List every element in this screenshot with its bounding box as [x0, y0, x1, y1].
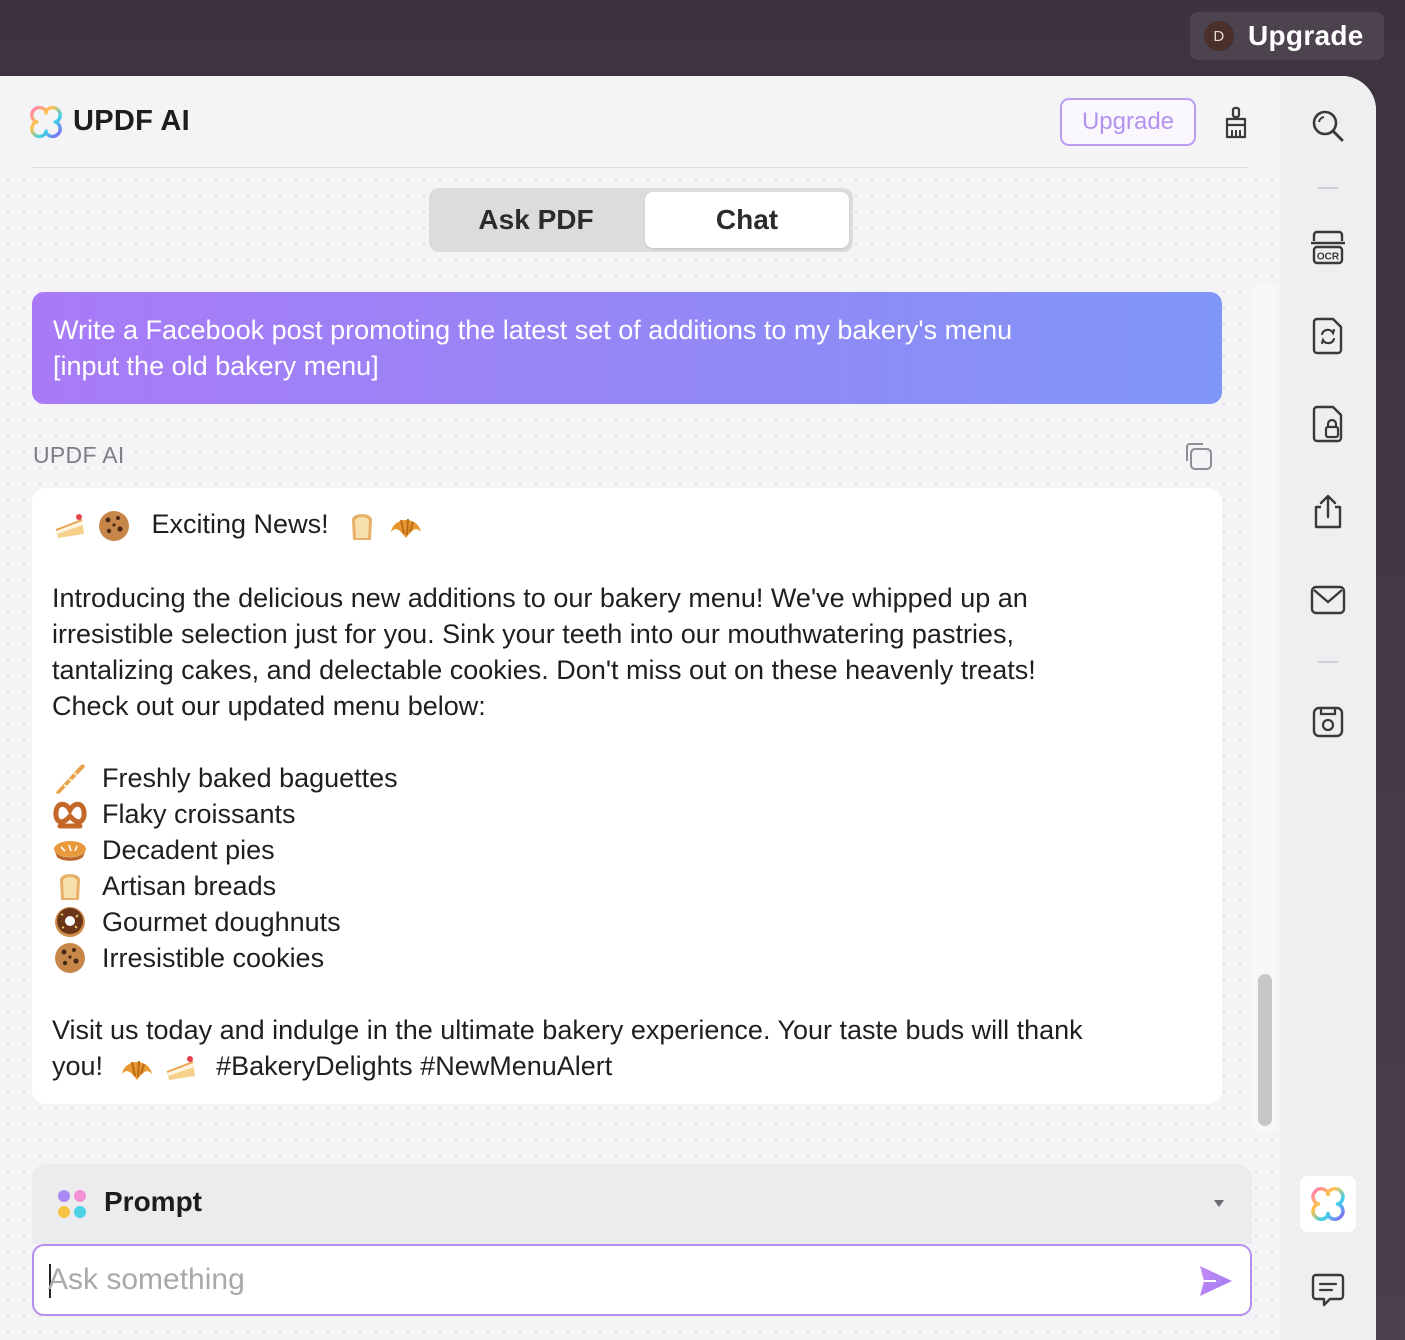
prompt-label: Prompt — [104, 1186, 202, 1217]
toolbar-comment[interactable] — [1308, 1270, 1348, 1310]
pretzel-emoji-icon — [53, 801, 87, 829]
os-topbar: D Upgrade — [0, 0, 1405, 76]
list-item-text: Decadent pies — [102, 834, 275, 865]
prompt-selector[interactable]: Prompt — [32, 1164, 1252, 1244]
list-item: Artisan breads — [52, 868, 1202, 904]
cake-emoji-icon — [55, 513, 84, 538]
ask-input[interactable] — [48, 1258, 1178, 1302]
ai-response-card: Exciting News! Introducing the delicious… — [32, 488, 1222, 1104]
response-closing: Visit us today and indulge in the ultima… — [52, 1012, 1202, 1086]
toolbar-search[interactable] — [1308, 106, 1348, 146]
list-item: Decadent pies — [52, 832, 1202, 868]
top-upgrade-button[interactable]: D Upgrade — [1190, 12, 1384, 60]
bread-emoji-icon — [60, 873, 80, 900]
send-icon[interactable] — [1198, 1264, 1234, 1298]
list-item-text: Flaky croissants — [102, 798, 296, 829]
paragraph-line: tantalizing cakes, and delectable cookie… — [52, 654, 1036, 685]
ask-input-container — [32, 1244, 1252, 1316]
header-divider — [32, 167, 1248, 168]
tab-chat[interactable]: Chat — [645, 192, 849, 248]
avatar[interactable]: D — [1204, 21, 1234, 51]
user-message-line: Write a Facebook post promoting the late… — [53, 315, 1013, 345]
protect-icon — [1312, 405, 1343, 443]
toolbar-convert[interactable] — [1308, 316, 1348, 356]
save-icon — [1312, 706, 1344, 738]
toolbar-save[interactable] — [1308, 702, 1348, 742]
email-icon — [1310, 585, 1346, 615]
paragraph-line: Check out our updated menu below: — [52, 690, 486, 721]
svg-text:OCR: OCR — [1317, 252, 1340, 263]
doughnut-emoji-icon — [55, 906, 85, 937]
user-message-bubble: Write a Facebook post promoting the late… — [32, 292, 1222, 404]
toolbar-divider — [1318, 187, 1338, 189]
list-item-text: Gourmet doughnuts — [102, 906, 341, 937]
bread-emoji-icon — [352, 513, 373, 540]
response-paragraph: Introducing the delicious new additions … — [52, 580, 1202, 724]
updf-logo-icon — [30, 105, 62, 139]
list-item-text: Artisan breads — [102, 870, 277, 901]
convert-icon — [1312, 317, 1343, 355]
toolbar-share[interactable] — [1308, 492, 1348, 532]
mode-switch: Ask PDF Chat — [429, 188, 853, 252]
paragraph-line: irresistible selection just for you. Sin… — [52, 618, 1014, 649]
list-item: Irresistible cookies — [52, 940, 1202, 976]
copy-icon[interactable] — [1182, 440, 1214, 472]
cookie-emoji-icon — [55, 942, 85, 973]
list-item: Flaky croissants — [52, 796, 1202, 832]
panel-header: UPDF AI Upgrade — [0, 76, 1280, 168]
response-headline-row: Exciting News! — [52, 506, 1202, 544]
croissant-emoji-icon — [121, 1060, 152, 1080]
toolbar-ocr[interactable]: OCR — [1308, 228, 1348, 268]
toolbar-divider — [1318, 661, 1338, 663]
chat-scrollbar-thumb[interactable] — [1258, 974, 1272, 1126]
ai-panel: UPDF AI Upgrade Ask PDF Chat Write a Fac… — [0, 76, 1280, 1340]
cake-emoji-icon — [166, 1055, 195, 1080]
clear-chat-icon[interactable] — [1220, 106, 1252, 140]
response-headline: Exciting News! — [151, 509, 329, 539]
search-icon — [1312, 110, 1344, 142]
hashtags: #BakeryDelights #NewMenuAlert — [216, 1050, 613, 1081]
closing-line: Visit us today and indulge in the ultima… — [52, 1014, 1083, 1045]
updf-ai-icon — [1311, 1187, 1345, 1221]
toolbar-updf-ai[interactable] — [1300, 1176, 1356, 1232]
list-item: Freshly baked baguettes — [52, 760, 1202, 796]
closing-line-2: you! #BakeryDelights #NewMenuAlert — [52, 1048, 1202, 1086]
toolbar-protect[interactable] — [1308, 404, 1348, 444]
ocr-icon: OCR — [1311, 230, 1345, 265]
list-item: Gourmet doughnuts — [52, 904, 1202, 940]
share-icon — [1314, 494, 1342, 529]
menu-list: Freshly baked baguettes Flaky croissants… — [52, 760, 1202, 976]
chevron-down-icon[interactable] — [1211, 1196, 1227, 1210]
comment-icon — [1311, 1273, 1345, 1307]
pie-emoji-icon — [54, 840, 86, 861]
updf-ai-window: UPDF AI Upgrade Ask PDF Chat Write a Fac… — [0, 76, 1376, 1340]
paragraph-line: Introducing the delicious new additions … — [52, 582, 1028, 613]
ai-sender-label: UPDF AI — [33, 442, 125, 468]
list-item-text: Irresistible cookies — [102, 942, 325, 973]
croissant-emoji-icon — [391, 518, 422, 538]
user-message-line: [input the old bakery menu] — [53, 351, 379, 381]
toolbar-email[interactable] — [1308, 580, 1348, 620]
upgrade-button[interactable]: Upgrade — [1060, 98, 1196, 146]
right-toolbar: OCR — [1280, 76, 1376, 1340]
cookie-emoji-icon — [99, 510, 129, 541]
tab-ask-pdf[interactable]: Ask PDF — [429, 188, 643, 252]
app-title: UPDF AI — [73, 105, 191, 137]
closing-you: you! — [52, 1050, 104, 1081]
prompt-dots-icon — [58, 1190, 86, 1218]
baguette-emoji-icon — [56, 764, 85, 794]
top-upgrade-label: Upgrade — [1248, 20, 1364, 51]
list-item-text: Freshly baked baguettes — [102, 762, 398, 793]
